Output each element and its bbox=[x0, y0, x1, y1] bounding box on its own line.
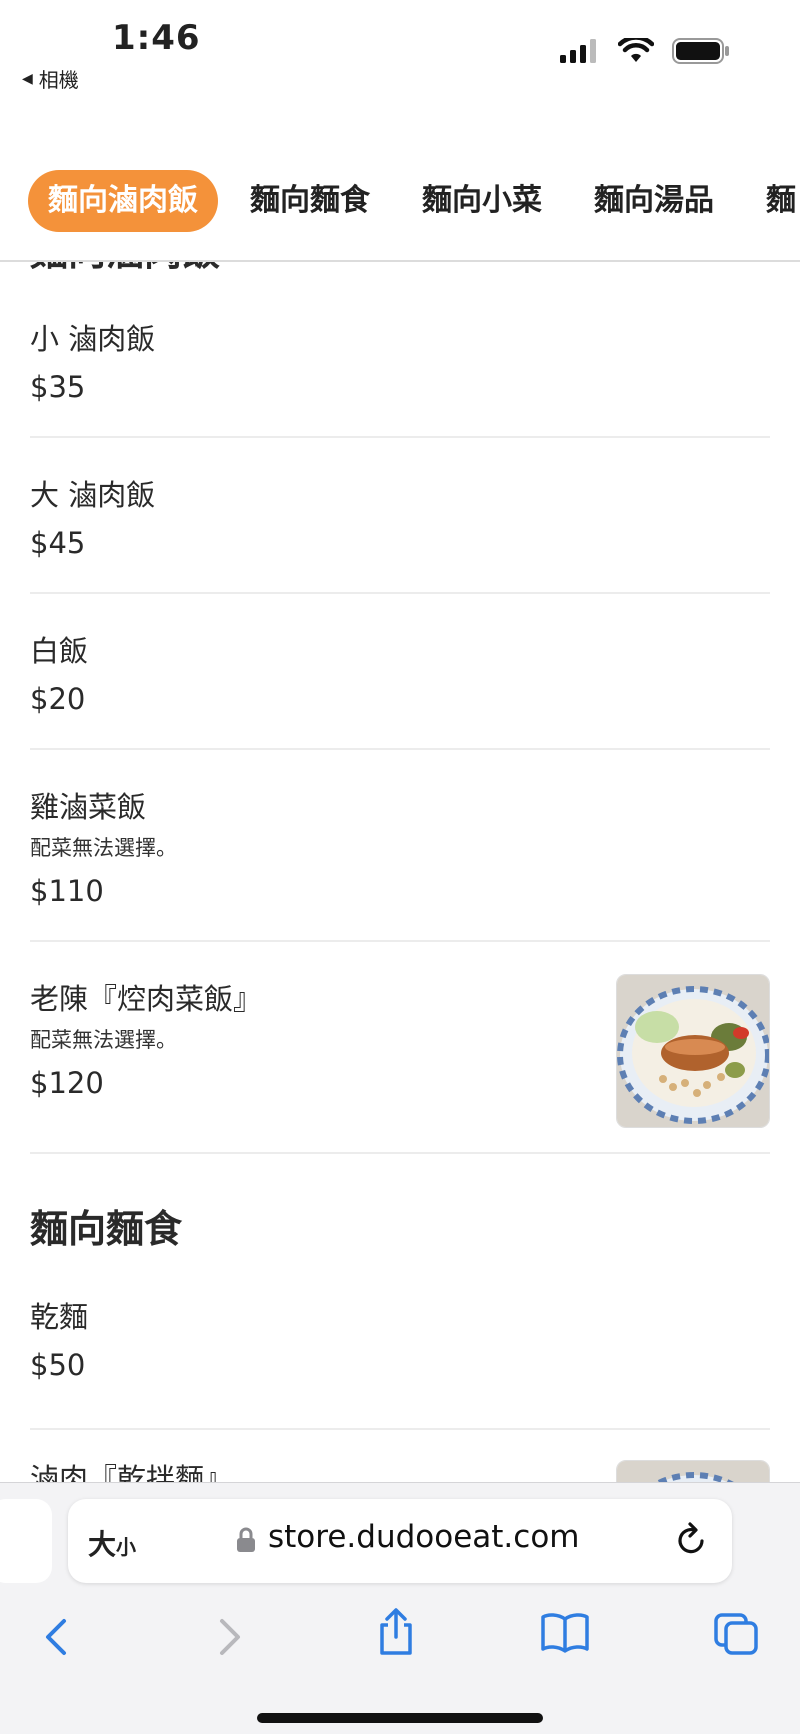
url-text: store.dudooeat.com bbox=[268, 1519, 580, 1555]
share-icon[interactable] bbox=[374, 1607, 418, 1657]
tabs-icon[interactable] bbox=[712, 1611, 760, 1657]
menu-item[interactable]: 小 滷肉飯 $35 bbox=[30, 282, 770, 438]
section-title: 麵向麵食 bbox=[30, 1207, 183, 1251]
reload-icon[interactable] bbox=[674, 1521, 710, 1559]
menu-item[interactable]: 大 滷肉飯 $45 bbox=[30, 438, 770, 594]
item-price: $35 bbox=[30, 370, 86, 404]
noodle-bowl-photo[interactable] bbox=[616, 1460, 770, 1482]
tab-more[interactable]: 麵 bbox=[746, 170, 800, 232]
tab-side-dishes[interactable]: 麵向小菜 bbox=[402, 170, 562, 232]
menu-content: 麵向滷肉飯 小 滷肉飯 $35 大 滷肉飯 $45 白飯 $20 雞滷菜飯 配菜… bbox=[0, 262, 800, 1482]
cellular-signal-icon bbox=[560, 39, 596, 63]
item-name: 小 滷肉飯 bbox=[30, 322, 156, 356]
back-icon[interactable] bbox=[38, 1615, 78, 1659]
home-indicator bbox=[257, 1713, 543, 1723]
tab-soups[interactable]: 麵向湯品 bbox=[574, 170, 734, 232]
status-bar: 1:46 ◀ 相機 bbox=[0, 0, 800, 100]
item-price: $50 bbox=[30, 1348, 86, 1382]
category-tabs-row: 麵向滷肉飯 麵向麵食 麵向小菜 麵向湯品 麵 bbox=[28, 170, 800, 232]
text-size-big: 大 bbox=[88, 1528, 117, 1561]
braised-pork-rice-bowl-photo[interactable] bbox=[616, 974, 770, 1128]
forward-icon[interactable] bbox=[208, 1615, 248, 1659]
back-to-app-button[interactable]: ◀ 相機 bbox=[22, 64, 79, 93]
item-note: 配菜無法選擇。 bbox=[30, 836, 177, 860]
menu-item[interactable]: 白飯 $20 bbox=[30, 594, 770, 750]
category-tabs: 麵向滷肉飯 麵向麵食 麵向小菜 麵向湯品 麵 bbox=[0, 162, 800, 262]
item-name: 大 滷肉飯 bbox=[30, 478, 156, 512]
item-price: $20 bbox=[30, 682, 86, 716]
tab-noodles[interactable]: 麵向麵食 bbox=[230, 170, 390, 232]
system-icons bbox=[560, 38, 730, 64]
bookmarks-icon[interactable] bbox=[540, 1611, 590, 1655]
browser-bottom-bar: 大小 store.dudooeat.com bbox=[0, 1482, 800, 1734]
item-name: 白飯 bbox=[30, 634, 89, 668]
status-time: 1:46 bbox=[112, 18, 201, 58]
back-app-label: 相機 bbox=[38, 68, 79, 92]
browser-toolbar bbox=[0, 1603, 800, 1683]
item-name: 乾麵 bbox=[30, 1300, 89, 1334]
previous-tab-preview[interactable] bbox=[0, 1499, 52, 1583]
item-name: 雞滷菜飯 bbox=[30, 790, 147, 824]
address-bar[interactable]: 大小 store.dudooeat.com bbox=[68, 1499, 732, 1583]
menu-item[interactable]: 乾麵 $50 bbox=[30, 1274, 770, 1430]
menu-item[interactable]: 雞滷菜飯 配菜無法選擇。 $110 bbox=[30, 750, 770, 942]
wifi-icon bbox=[618, 38, 654, 62]
text-size-small: 小 bbox=[116, 1535, 137, 1559]
section-title: 麵向滷肉飯 bbox=[0, 262, 800, 282]
lock-icon bbox=[237, 1527, 255, 1552]
battery-icon bbox=[672, 38, 729, 64]
item-price: $110 bbox=[30, 874, 104, 908]
tab-braised-pork-rice[interactable]: 麵向滷肉飯 bbox=[28, 170, 218, 232]
item-price: $45 bbox=[30, 526, 86, 560]
menu-item[interactable]: 老陳『焢肉菜飯』 配菜無法選擇。 $120 bbox=[30, 942, 770, 1154]
back-triangle-icon: ◀ bbox=[22, 70, 33, 87]
menu-item[interactable]: 滷肉『乾拌麵』 bbox=[30, 1430, 770, 1482]
text-size-button[interactable]: 大小 bbox=[88, 1523, 136, 1563]
